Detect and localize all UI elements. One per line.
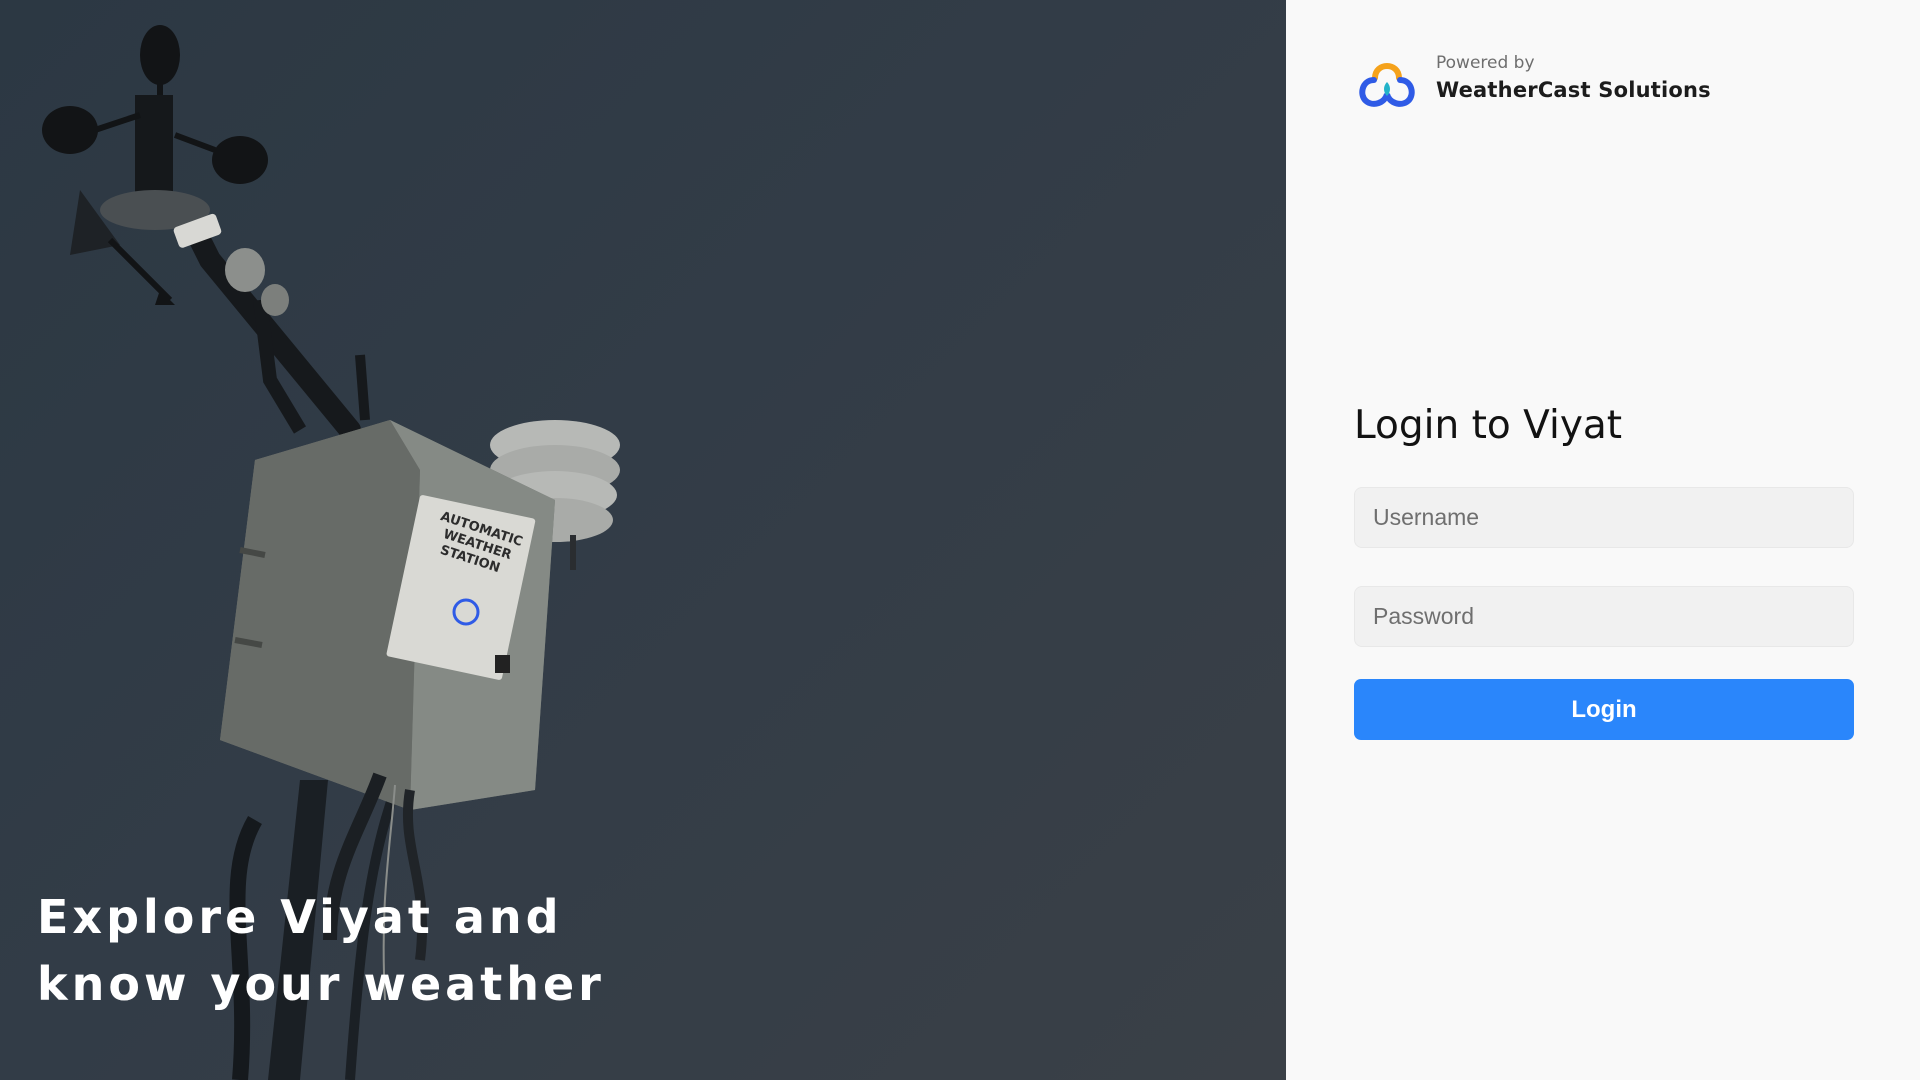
hero-tagline-line-2: know your weather: [37, 957, 605, 1011]
username-input[interactable]: [1354, 487, 1854, 548]
brand-text: Powered by WeatherCast Solutions: [1436, 52, 1711, 106]
login-button[interactable]: Login: [1354, 679, 1854, 740]
company-name: WeatherCast Solutions: [1436, 78, 1711, 102]
hero-tagline: Explore Viyat and know your weather: [37, 884, 657, 1018]
password-input[interactable]: [1354, 586, 1854, 647]
login-panel: Powered by WeatherCast Solutions Login t…: [1286, 0, 1920, 1080]
hero-panel: AUTOMATIC WEATHER STATION Explore Viyat …: [0, 0, 1286, 1080]
cloud-logo-icon: [1359, 63, 1415, 107]
login-page: AUTOMATIC WEATHER STATION Explore Viyat …: [0, 0, 1920, 1080]
hero-tagline-line-1: Explore Viyat and: [37, 890, 563, 944]
powered-by-label: Powered by: [1436, 53, 1535, 73]
login-title: Login to Viyat: [1354, 403, 1623, 448]
brand-header: Powered by WeatherCast Solutions: [1354, 48, 1711, 110]
